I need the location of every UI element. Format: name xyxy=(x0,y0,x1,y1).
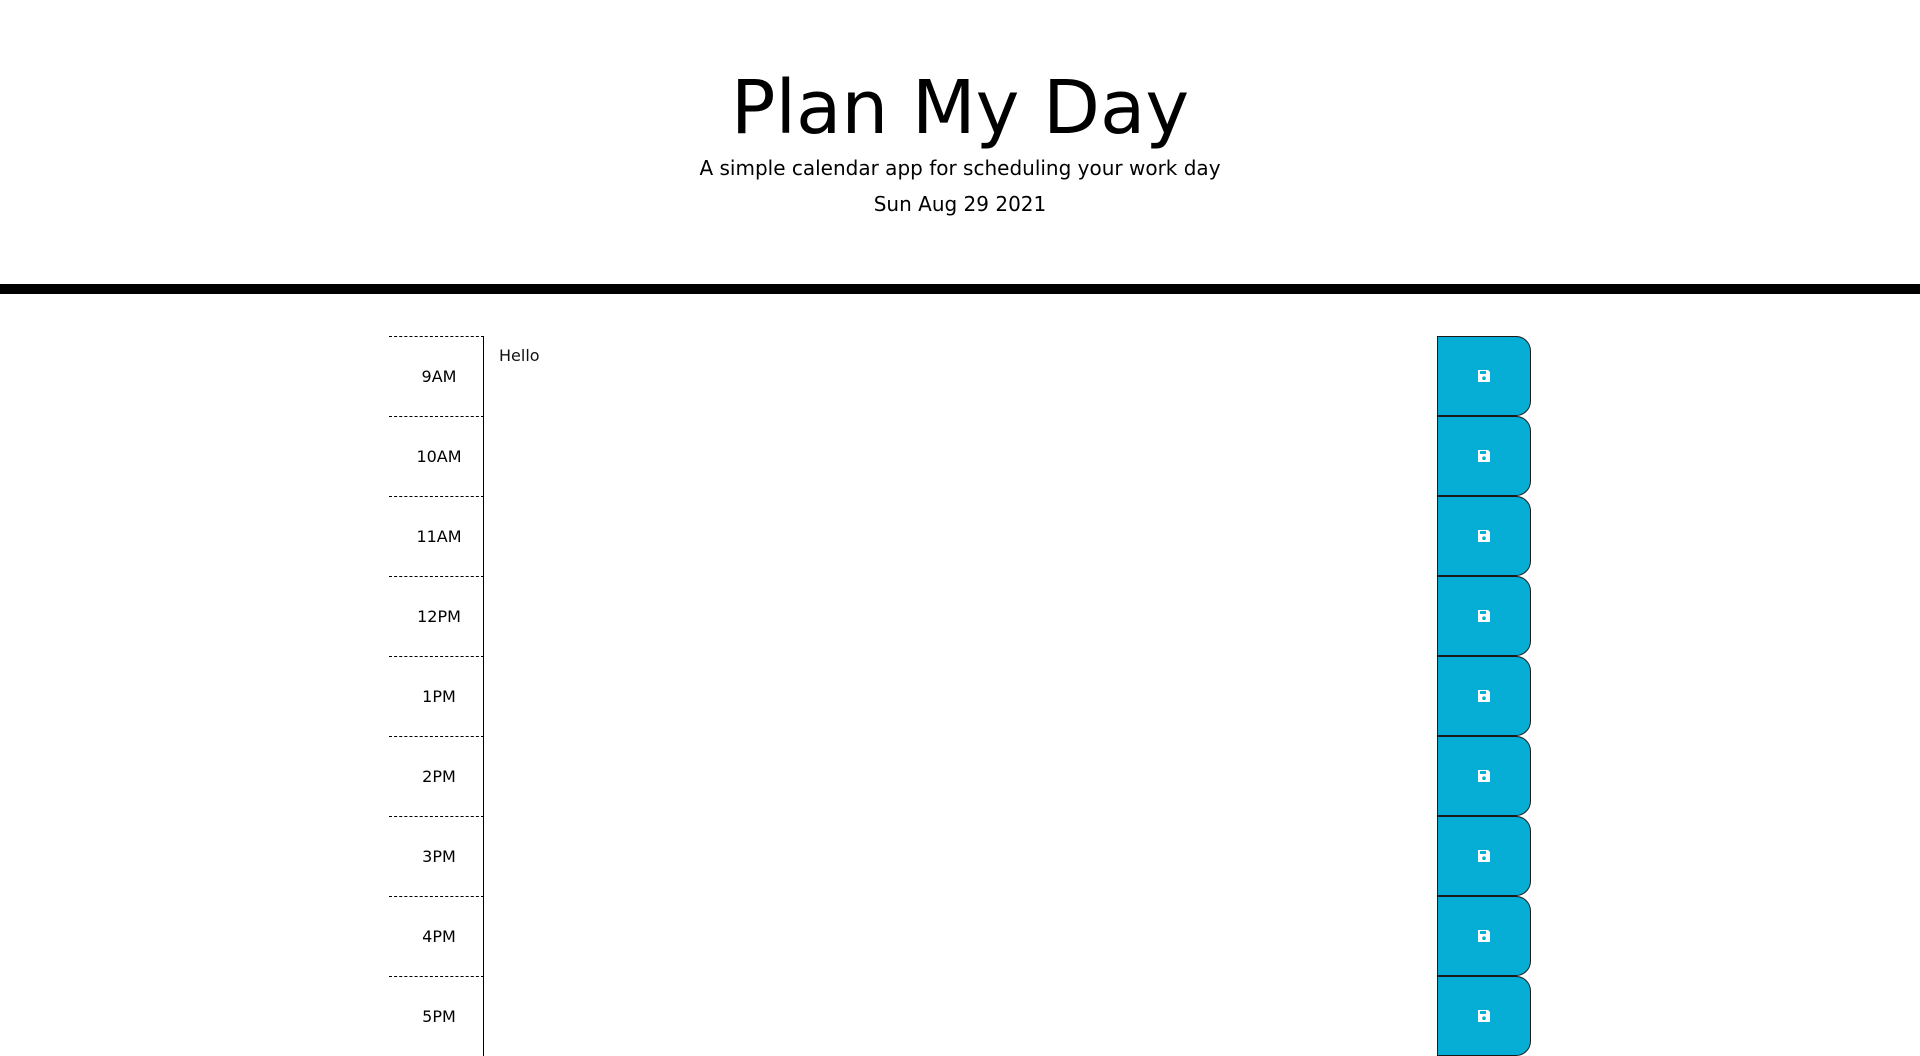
timeblock-row: 2PM xyxy=(389,736,1531,816)
timeblocks-container: 9AM Hello 10AM 11AM 12PM 1PM 2PM 3PM 4PM… xyxy=(389,336,1531,1056)
hour-label: 1PM xyxy=(389,656,484,736)
event-description[interactable] xyxy=(484,736,1437,816)
hour-label: 4PM xyxy=(389,896,484,976)
floppy-disk-icon xyxy=(1478,610,1490,622)
hour-label: 11AM xyxy=(389,496,484,576)
page-title: Plan My Day xyxy=(730,65,1190,151)
save-button[interactable] xyxy=(1437,336,1531,416)
floppy-disk-icon xyxy=(1478,530,1490,542)
header: Plan My Day A simple calendar app for sc… xyxy=(0,0,1920,294)
save-button[interactable] xyxy=(1437,496,1531,576)
hour-label: 5PM xyxy=(389,976,484,1056)
save-button[interactable] xyxy=(1437,896,1531,976)
hour-label: 2PM xyxy=(389,736,484,816)
current-date: Sun Aug 29 2021 xyxy=(873,192,1047,216)
timeblock-row: 1PM xyxy=(389,656,1531,736)
floppy-disk-icon xyxy=(1478,690,1490,702)
timeblock-row: 10AM xyxy=(389,416,1531,496)
hour-label: 12PM xyxy=(389,576,484,656)
timeblock-row: 11AM xyxy=(389,496,1531,576)
timeblock-row: 4PM xyxy=(389,896,1531,976)
event-description[interactable] xyxy=(484,416,1437,496)
save-button[interactable] xyxy=(1437,416,1531,496)
floppy-disk-icon xyxy=(1478,450,1490,462)
event-description[interactable] xyxy=(484,816,1437,896)
floppy-disk-icon xyxy=(1478,930,1490,942)
timeblock-row: 9AM Hello xyxy=(389,336,1531,416)
timeblock-row: 3PM xyxy=(389,816,1531,896)
event-description[interactable] xyxy=(484,576,1437,656)
event-description[interactable] xyxy=(484,976,1437,1056)
floppy-disk-icon xyxy=(1478,770,1490,782)
event-description[interactable] xyxy=(484,896,1437,976)
hour-label: 3PM xyxy=(389,816,484,896)
page-subtitle: A simple calendar app for scheduling you… xyxy=(699,156,1221,180)
floppy-disk-icon xyxy=(1478,370,1490,382)
event-description[interactable]: Hello xyxy=(484,336,1437,416)
hour-label: 10AM xyxy=(389,416,484,496)
save-button[interactable] xyxy=(1437,976,1531,1056)
save-button[interactable] xyxy=(1437,576,1531,656)
timeblock-row: 5PM xyxy=(389,976,1531,1056)
timeblock-row: 12PM xyxy=(389,576,1531,656)
hour-label: 9AM xyxy=(389,336,484,416)
event-description[interactable] xyxy=(484,656,1437,736)
save-button[interactable] xyxy=(1437,736,1531,816)
floppy-disk-icon xyxy=(1478,1010,1490,1022)
floppy-disk-icon xyxy=(1478,850,1490,862)
event-description[interactable] xyxy=(484,496,1437,576)
save-button[interactable] xyxy=(1437,656,1531,736)
save-button[interactable] xyxy=(1437,816,1531,896)
